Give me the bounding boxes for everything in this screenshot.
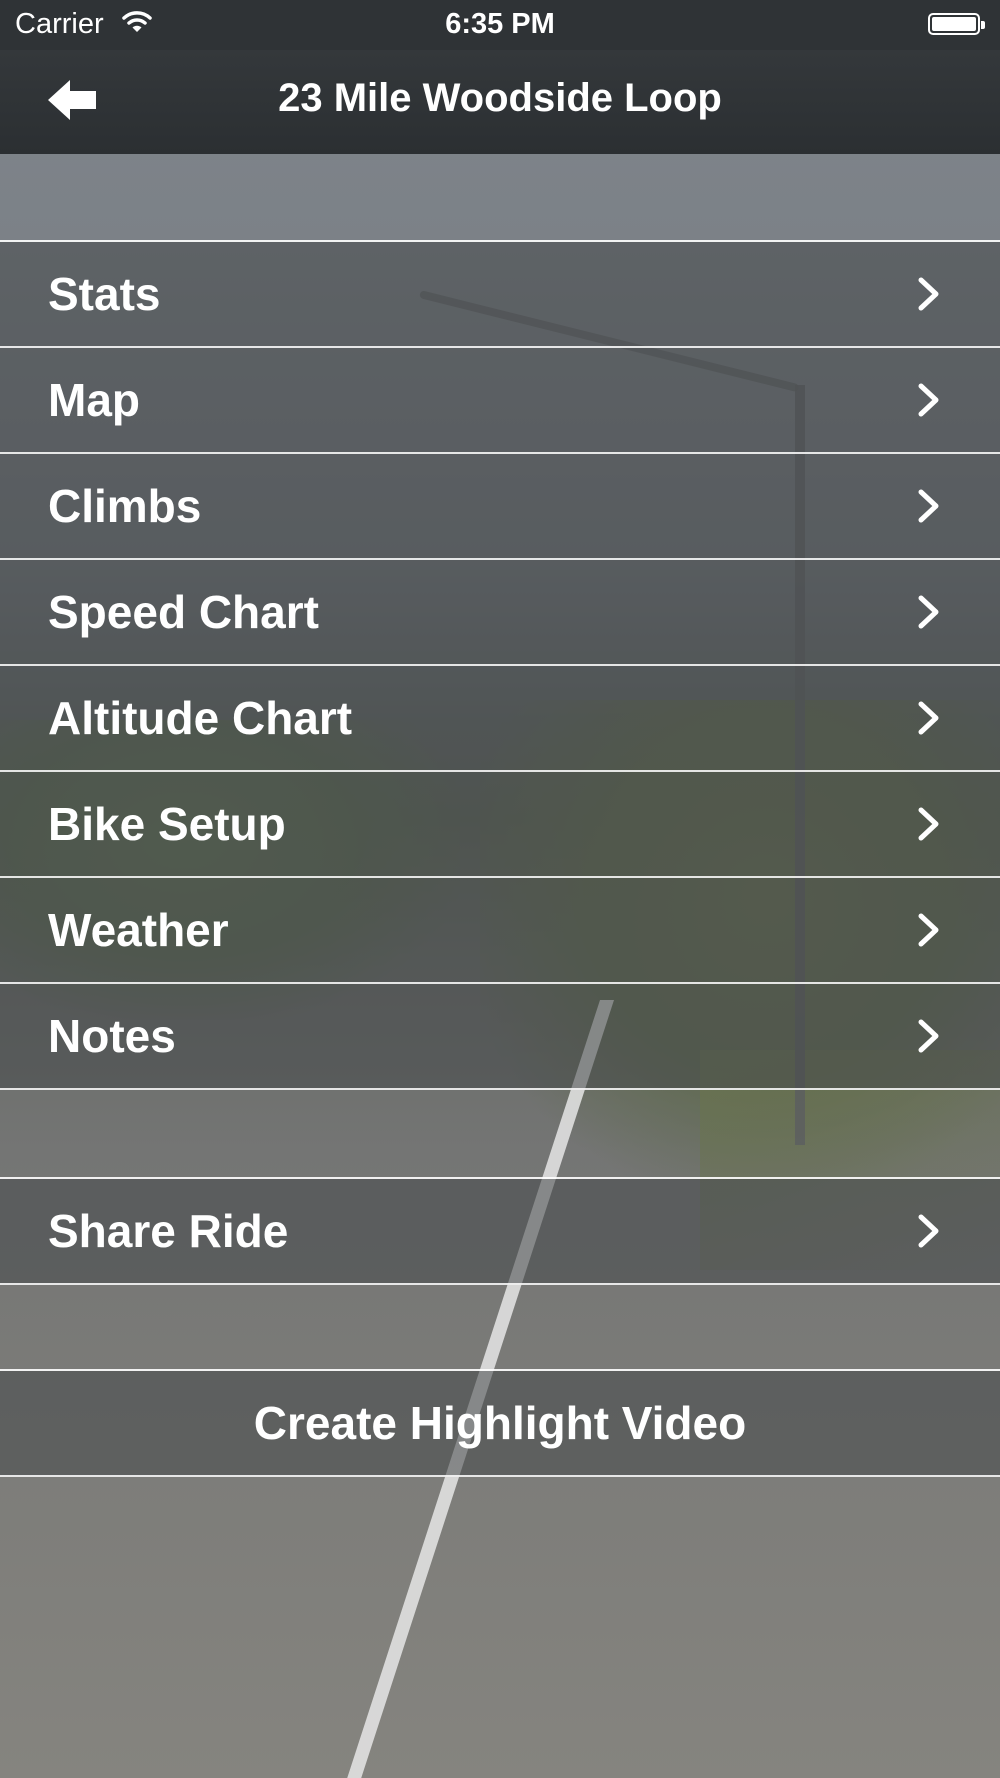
chevron-right-icon <box>918 595 939 629</box>
menu-item-label: Map <box>48 374 140 426</box>
share-menu: Share Ride <box>0 1177 1000 1285</box>
page-title: 23 Mile Woodside Loop <box>278 76 722 120</box>
menu-item-weather[interactable]: Weather <box>0 878 1000 984</box>
menu-item-label: Bike Setup <box>48 798 286 850</box>
chevron-right-icon <box>918 913 939 947</box>
menu-item-map[interactable]: Map <box>0 348 1000 454</box>
status-bar: Carrier 6:35 PM <box>0 0 1000 50</box>
menu-item-label: Notes <box>48 1010 176 1062</box>
chevron-right-icon <box>918 1214 939 1248</box>
menu-item-stats[interactable]: Stats <box>0 242 1000 348</box>
chevron-right-icon <box>918 1019 939 1053</box>
chevron-right-icon <box>918 489 939 523</box>
create-highlight-video-button[interactable]: Create Highlight Video <box>0 1371 1000 1477</box>
menu-item-climbs[interactable]: Climbs <box>0 454 1000 560</box>
menu-item-label: Share Ride <box>48 1205 289 1257</box>
video-menu: Create Highlight Video <box>0 1369 1000 1477</box>
menu-item-bike-setup[interactable]: Bike Setup <box>0 772 1000 878</box>
chevron-right-icon <box>918 701 939 735</box>
menu-item-label: Create Highlight Video <box>253 1397 747 1449</box>
menu-item-label: Altitude Chart <box>48 692 353 744</box>
menu-item-label: Stats <box>48 268 161 320</box>
battery-icon <box>928 13 985 35</box>
menu-item-speed-chart[interactable]: Speed Chart <box>0 560 1000 666</box>
menu-item-notes[interactable]: Notes <box>0 984 1000 1090</box>
chevron-right-icon <box>918 383 939 417</box>
menu-item-label: Weather <box>48 904 229 956</box>
menu-item-label: Speed Chart <box>48 586 319 638</box>
clock: 6:35 PM <box>445 8 555 40</box>
ride-details-menu: Stats Map Climbs Speed Chart Altitude Ch… <box>0 240 1000 1090</box>
navigation-bar: 23 Mile Woodside Loop <box>0 50 1000 154</box>
chevron-right-icon <box>918 277 939 311</box>
menu-item-label: Climbs <box>48 480 202 532</box>
menu-item-altitude-chart[interactable]: Altitude Chart <box>0 666 1000 772</box>
share-ride-button[interactable]: Share Ride <box>0 1179 1000 1285</box>
chevron-right-icon <box>918 807 939 841</box>
